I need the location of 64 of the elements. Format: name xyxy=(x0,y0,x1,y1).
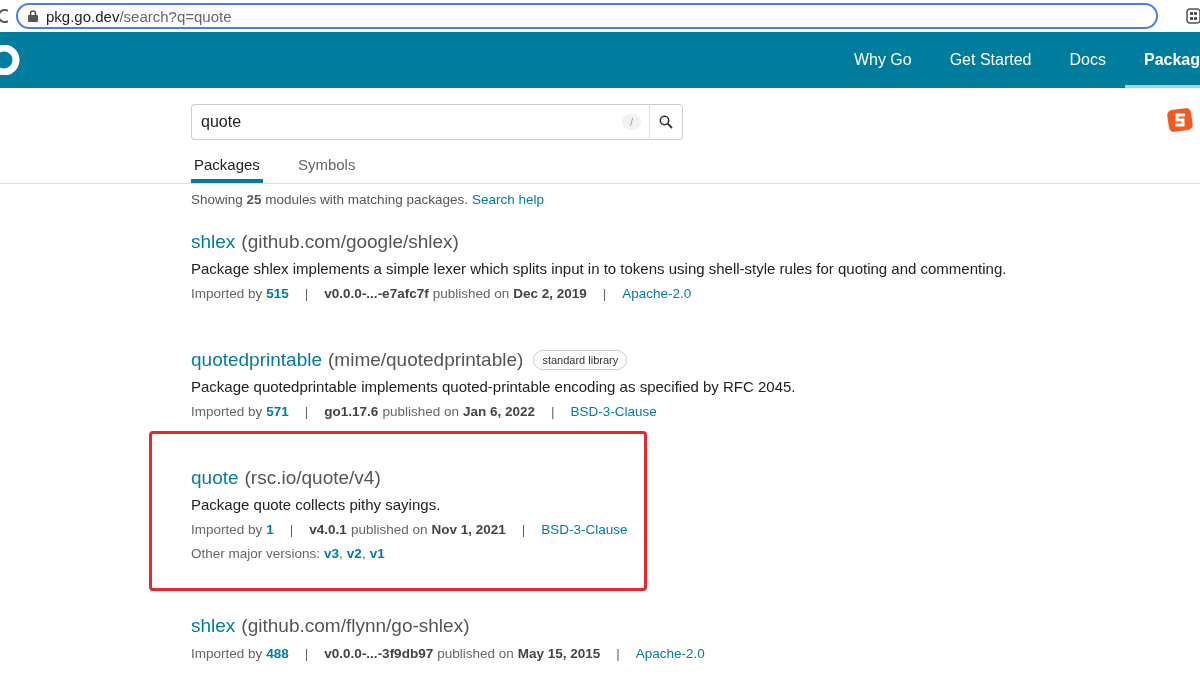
search-button[interactable] xyxy=(649,104,683,140)
published-label: published on xyxy=(432,285,510,301)
shortcut-hint: / xyxy=(621,114,641,130)
address-bar[interactable]: pkg.go.dev/search?q=quote xyxy=(16,3,1158,29)
comma: , xyxy=(361,545,366,561)
nav-link[interactable]: Why Go xyxy=(834,32,931,88)
logo-drawing[interactable] xyxy=(0,45,22,75)
module-path: (rsc.io/quote/v4) xyxy=(244,467,381,489)
imported-by-count[interactable]: 515 xyxy=(266,285,289,301)
publish-date: Dec 2, 2019 xyxy=(513,285,587,301)
ime-logo-icon[interactable] xyxy=(1166,107,1194,133)
comma: , xyxy=(339,545,343,561)
published-label: published on xyxy=(437,645,514,661)
version-text: go1.17.6 xyxy=(324,403,379,419)
imported-by-count[interactable]: 1 xyxy=(266,521,274,537)
separator: | xyxy=(304,645,309,661)
separator: | xyxy=(304,403,309,419)
publish-date: Nov 1, 2021 xyxy=(431,521,506,537)
separator: | xyxy=(304,285,309,301)
license-link[interactable]: BSD-3-Clause xyxy=(541,521,628,537)
imported-by-count[interactable]: 571 xyxy=(266,403,289,419)
nav-link[interactable]: Packag xyxy=(1124,32,1200,88)
package-synopsis: Package shlex implements a simple lexer which splits input in to tokens using shell-style rules for quoting and commenting. xyxy=(191,259,1008,279)
imported-by-label: Imported by xyxy=(191,521,263,537)
package-name-link[interactable]: quotedprintable xyxy=(191,349,322,371)
module-path: (mime/quotedprintable) xyxy=(328,349,524,371)
search-icon xyxy=(659,115,673,129)
separator: | xyxy=(616,645,620,661)
package-name-link[interactable]: shlex xyxy=(191,615,236,637)
nav-link[interactable]: Docs xyxy=(1050,32,1125,88)
version-text: v0.0.0-...-3f9db97 xyxy=(324,645,434,661)
separator: | xyxy=(602,285,607,301)
lock-icon xyxy=(28,10,38,22)
imported-by-label: Imported by xyxy=(191,403,263,419)
results-summary: Showing 25 modules with matching packages. xyxy=(191,192,468,207)
separator: | xyxy=(551,403,555,419)
published-label: published on xyxy=(382,403,459,419)
package-name-link[interactable]: shlex xyxy=(191,231,236,253)
imported-by-label: Imported by xyxy=(191,645,263,661)
grid-icon[interactable] xyxy=(1186,8,1200,24)
nav-link[interactable]: Get Started xyxy=(930,32,1051,88)
publish-date: Jan 6, 2022 xyxy=(462,403,535,419)
package-name-link[interactable]: quote xyxy=(191,467,239,489)
separator: | xyxy=(289,521,294,537)
search-help-link[interactable]: Search help xyxy=(471,192,544,207)
published-label: published on xyxy=(350,521,428,537)
other-versions-label: Other major versions: xyxy=(191,545,321,561)
imported-by-label: Imported by xyxy=(191,285,263,301)
license-link[interactable]: Apache-2.0 xyxy=(635,645,705,661)
module-path: (github.com/google/shlex) xyxy=(241,231,459,253)
version-text: v0.0.0-...-e7afc7f xyxy=(324,285,429,301)
package-synopsis: Package quote collects pithy sayings. xyxy=(191,495,442,515)
publish-date: May 15, 2015 xyxy=(517,645,601,661)
version-link[interactable]: v2 xyxy=(346,545,362,561)
license-link[interactable]: Apache-2.0 xyxy=(622,285,692,301)
module-path: (github.com/flynn/go-shlex) xyxy=(241,615,470,637)
license-link[interactable]: BSD-3-Clause xyxy=(570,403,657,419)
reload-icon[interactable] xyxy=(0,8,8,24)
version-link[interactable]: v1 xyxy=(369,545,385,561)
tab[interactable]: Symbols xyxy=(294,154,359,183)
version-text: v4.0.1 xyxy=(309,521,347,537)
separator: | xyxy=(521,521,526,537)
imported-by-count[interactable]: 488 xyxy=(266,645,289,661)
package-synopsis: Package quotedprintable implements quoted-printable encoding as specified by RFC 2045. xyxy=(191,377,797,397)
